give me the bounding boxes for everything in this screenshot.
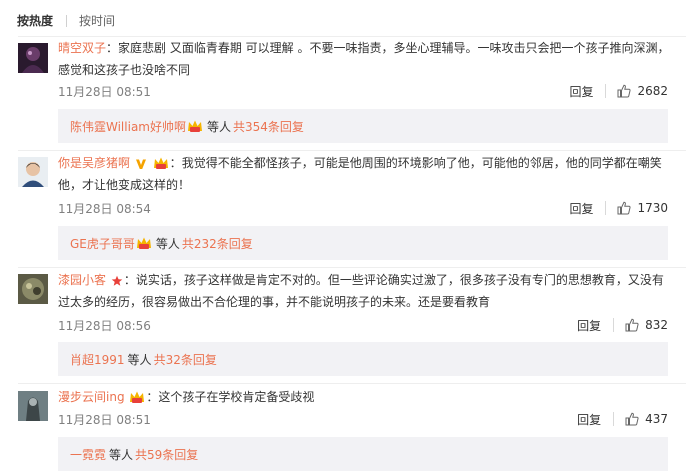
reply-etc-label: 等人	[155, 236, 180, 251]
comment-actions: 回复 832	[577, 317, 668, 334]
reply-username[interactable]: 肖超1991	[70, 351, 125, 368]
reply-etc-label: 等人	[127, 352, 152, 367]
comment-meta: 11月28日 08:51 回复 2682	[58, 81, 668, 101]
like-count: 2682	[637, 84, 668, 98]
comment-text: 家庭悲剧 又面临青春期 可以理解 。不要一味指责，多坐心理辅导。一味攻击只会把一…	[58, 41, 670, 77]
vip-member-icon	[136, 237, 151, 249]
comment-content: 漆园小客 ：说实话，孩子这样做是肯定不对的。但一些评论确实过激了，很多孩子没有专…	[58, 273, 664, 309]
like-count: 437	[645, 412, 668, 426]
reply-username[interactable]: 一霓霓	[70, 446, 106, 463]
reply-summary[interactable]: 肖超1991 等人 共32条回复	[58, 342, 668, 376]
avatar[interactable]	[18, 274, 48, 304]
comment-actions: 回复 437	[577, 411, 668, 428]
action-divider	[605, 84, 607, 98]
timestamp: 11月28日 08:56	[58, 318, 151, 333]
reply-button[interactable]: 回复	[577, 411, 601, 428]
sort-bar: 按热度 按时间	[17, 12, 115, 30]
avatar[interactable]	[18, 157, 48, 187]
like-button[interactable]: 1730	[617, 201, 668, 215]
comment-meta: 11月28日 08:56 回复 832	[58, 315, 668, 335]
vip-member-icon	[130, 391, 145, 403]
reply-count-link[interactable]: 共59条回复	[135, 446, 198, 463]
comment-divider	[18, 383, 686, 384]
reply-summary[interactable]: GE虎子哥哥 等人 共232条回复	[58, 226, 668, 260]
action-divider	[613, 318, 615, 332]
reply-username[interactable]: 陈伟霆William好帅啊	[70, 118, 186, 135]
sort-by-time-tab[interactable]: 按时间	[79, 12, 115, 30]
timestamp: 11月28日 08:54	[58, 201, 151, 216]
star-icon	[111, 275, 123, 286]
comment-content: 你是吴彦猪啊 ：我觉得不能全都怪孩子，可能是他周围的环境影响了他，可能他的邻居，…	[58, 156, 662, 192]
sort-divider	[66, 15, 68, 27]
timestamp: 11月28日 08:51	[58, 84, 151, 99]
comment-content: 漫步云间ing ：这个孩子在学校肯定备受歧视	[58, 390, 315, 404]
comment-meta: 11月28日 08:54 回复 1730	[58, 198, 668, 218]
reply-count-link[interactable]: 共354条回复	[233, 118, 304, 135]
avatar[interactable]	[18, 391, 48, 421]
comment-text: 我觉得不能全都怪孩子，可能是他周围的环境影响了他，可能他的邻居，他的同学都在嘲笑…	[58, 156, 662, 192]
username[interactable]: 晴空双子	[58, 41, 106, 55]
thumbs-up-icon	[625, 412, 639, 426]
username[interactable]: 漫步云间ing	[58, 390, 125, 404]
reply-count-link[interactable]: 共32条回复	[154, 351, 217, 368]
vip-member-icon	[187, 120, 202, 132]
sort-by-hot-tab[interactable]: 按热度	[17, 12, 53, 30]
reply-username[interactable]: GE虎子哥哥	[70, 235, 135, 252]
comment-meta: 11月28日 08:51 回复 437	[58, 409, 668, 429]
like-count: 832	[645, 318, 668, 332]
thumbs-up-icon	[625, 318, 639, 332]
comment-content: 晴空双子：家庭悲剧 又面临青春期 可以理解 。不要一味指责，多坐心理辅导。一味攻…	[58, 41, 670, 77]
thumbs-up-icon	[617, 201, 632, 215]
reply-count-link[interactable]: 共232条回复	[182, 235, 253, 252]
verified-v-icon	[135, 159, 146, 169]
reply-button[interactable]: 回复	[569, 200, 593, 217]
comment-divider	[18, 150, 686, 151]
reply-summary[interactable]: 一霓霓 等人 共59条回复	[58, 437, 668, 471]
reply-etc-label: 等人	[109, 447, 134, 462]
vip-member-icon	[153, 157, 168, 169]
like-button[interactable]: 2682	[617, 84, 668, 98]
comment-divider	[18, 267, 686, 268]
reply-etc-label: 等人	[206, 119, 231, 134]
like-button[interactable]: 832	[625, 318, 668, 332]
like-count: 1730	[637, 201, 668, 215]
action-divider	[613, 412, 615, 426]
comment-actions: 回复 2682	[569, 83, 668, 100]
timestamp: 11月28日 08:51	[58, 412, 151, 427]
avatar[interactable]	[18, 43, 48, 73]
reply-button[interactable]: 回复	[569, 83, 593, 100]
action-divider	[605, 201, 607, 215]
comment-text: 这个孩子在学校肯定备受歧视	[158, 390, 315, 404]
comment-actions: 回复 1730	[569, 200, 668, 217]
username[interactable]: 漆园小客	[58, 273, 106, 287]
reply-summary[interactable]: 陈伟霆William好帅啊 等人 共354条回复	[58, 109, 668, 143]
thumbs-up-icon	[617, 84, 632, 98]
reply-button[interactable]: 回复	[577, 317, 601, 334]
comment-text: 说实话，孩子这样做是肯定不对的。但一些评论确实过激了，很多孩子没有专门的思想教育…	[58, 273, 664, 309]
username[interactable]: 你是吴彦猪啊	[58, 156, 130, 170]
like-button[interactable]: 437	[625, 412, 668, 426]
